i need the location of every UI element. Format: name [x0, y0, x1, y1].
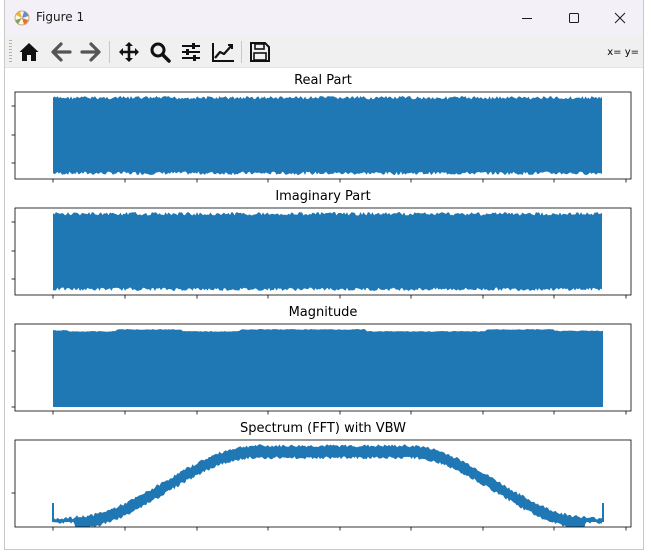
close-button[interactable] — [597, 0, 643, 36]
magnifier-icon — [150, 42, 171, 63]
toolbar-separator — [241, 41, 242, 63]
maximize-icon — [569, 13, 579, 23]
toolbar-separator — [109, 41, 110, 63]
toolbar-grip[interactable] — [9, 40, 12, 64]
plot-area — [53, 96, 602, 175]
line-chart-icon — [212, 43, 234, 62]
save-button[interactable] — [246, 39, 274, 65]
maximize-button[interactable] — [551, 0, 597, 36]
minimize-icon — [522, 18, 532, 19]
subplot-real-part: Real Part — [11, 73, 632, 183]
window-title: Figure 1 — [36, 10, 85, 24]
close-icon — [614, 12, 626, 24]
matplotlib-icon — [14, 10, 30, 26]
pan-button[interactable] — [115, 39, 143, 65]
subplot-title: Imaginary Part — [275, 189, 370, 204]
series-line — [53, 96, 602, 175]
series-line — [53, 329, 603, 407]
edit-axes-button[interactable] — [209, 39, 237, 65]
arrow-right-icon — [80, 42, 101, 62]
subplot-title: Magnitude — [289, 305, 358, 320]
forward-button[interactable] — [77, 39, 105, 65]
minimize-button[interactable] — [504, 0, 550, 36]
subplot-spectrum: Spectrum (FFT) with VBW — [11, 421, 632, 531]
subplot-magnitude: Magnitude — [11, 305, 632, 415]
back-button[interactable] — [47, 39, 75, 65]
figure-svg: Real Part Imaginary Part Magnitude Spect… — [11, 73, 632, 531]
subplot-imaginary-part: Imaginary Part — [11, 189, 632, 299]
title-bar[interactable]: Figure 1 — [5, 0, 643, 36]
home-button[interactable] — [15, 39, 43, 65]
sliders-icon — [182, 43, 200, 61]
navigation-toolbar: x= y= — [5, 36, 643, 68]
home-icon — [19, 43, 39, 61]
move-icon — [119, 42, 139, 62]
series-line — [53, 444, 602, 527]
figure-canvas[interactable]: Real Part Imaginary Part Magnitude Spect… — [5, 68, 643, 548]
series-line — [53, 212, 602, 291]
subplot-title: Spectrum (FFT) with VBW — [240, 421, 406, 436]
plot-area — [53, 212, 602, 291]
arrow-left-icon — [51, 42, 72, 62]
plot-area — [52, 444, 604, 527]
cursor-coordinates: x= y= — [607, 47, 639, 58]
zoom-button[interactable] — [146, 39, 174, 65]
configure-subplots-button[interactable] — [177, 39, 205, 65]
plot-area — [53, 329, 603, 407]
floppy-disk-icon — [250, 42, 270, 62]
subplot-title: Real Part — [294, 73, 352, 88]
figure-window: Figure 1 x= y= Real Part Imaginary Part … — [4, 0, 644, 550]
